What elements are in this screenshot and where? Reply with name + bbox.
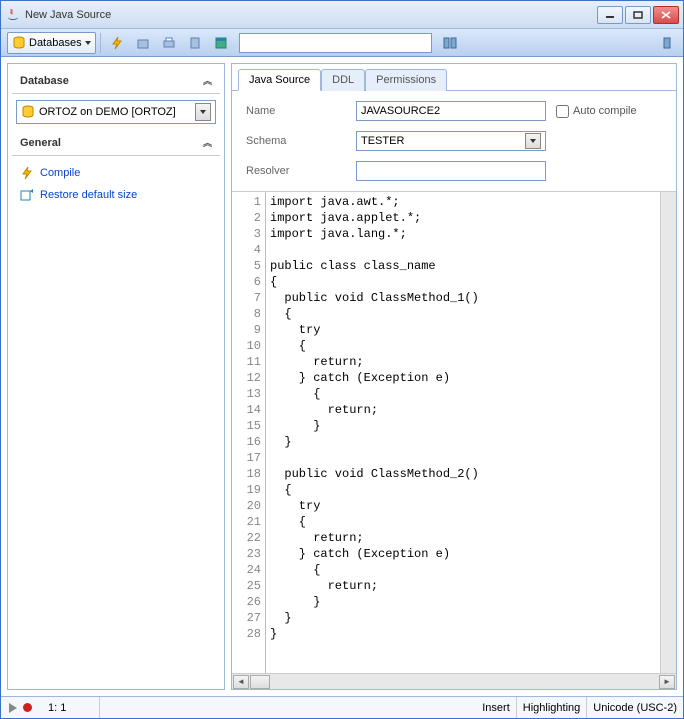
collapse-icon: [662, 36, 672, 50]
titlebar[interactable]: New Java Source: [1, 1, 683, 29]
content-area: Database ︽ ORTOZ on DEMO [ORTOZ] General…: [1, 57, 683, 696]
java-icon: [5, 7, 21, 23]
vertical-scrollbar[interactable]: [660, 192, 676, 673]
book-icon: [188, 36, 202, 50]
toolbar: Databases: [1, 29, 683, 57]
minimize-button[interactable]: [597, 6, 623, 24]
compile-link[interactable]: Compile: [16, 162, 216, 184]
section-body-general: Compile Restore default size: [12, 156, 220, 212]
close-button[interactable]: [653, 6, 679, 24]
toolbar-button-2[interactable]: [131, 32, 155, 54]
chevron-up-icon: ︽: [203, 74, 212, 87]
lightning-icon: [20, 166, 34, 180]
scroll-left-button[interactable]: ◄: [233, 675, 249, 689]
tabs: Java Source DDL Permissions: [232, 64, 676, 91]
auto-compile-checkbox[interactable]: [556, 105, 569, 118]
section-header-database[interactable]: Database ︽: [12, 68, 220, 94]
restore-default-size-link[interactable]: Restore default size: [16, 184, 216, 206]
lightning-button[interactable]: [105, 32, 129, 54]
panel-icon: [443, 36, 457, 50]
lightning-icon: [110, 36, 124, 50]
link-label: Restore default size: [40, 189, 137, 201]
window-icon: [214, 36, 228, 50]
link-label: Compile: [40, 167, 80, 179]
code-editor[interactable]: 1234567891011121314151617181920212223242…: [232, 192, 676, 673]
tab-label: DDL: [332, 74, 354, 86]
databases-dropdown[interactable]: Databases: [7, 32, 96, 54]
auto-compile-label: Auto compile: [573, 105, 637, 117]
record-icon[interactable]: [23, 703, 32, 712]
scroll-thumb[interactable]: [250, 675, 270, 689]
form-area: Name Auto compile Schema TESTER Resolver: [232, 91, 676, 192]
print-icon: [162, 36, 176, 50]
main-panel: Java Source DDL Permissions Name Auto co…: [231, 63, 677, 690]
resolver-label: Resolver: [246, 165, 356, 177]
scroll-right-button[interactable]: ►: [659, 675, 675, 689]
section-body-database: ORTOZ on DEMO [ORTOZ]: [12, 94, 220, 130]
status-encoding[interactable]: Unicode (USC-2): [587, 697, 683, 718]
name-label: Name: [246, 105, 356, 117]
maximize-button[interactable]: [625, 6, 651, 24]
toolbar-button-4[interactable]: [183, 32, 207, 54]
databases-label: Databases: [29, 37, 82, 49]
database-connection-select[interactable]: ORTOZ on DEMO [ORTOZ]: [16, 100, 216, 124]
connection-value: ORTOZ on DEMO [ORTOZ]: [39, 106, 176, 118]
statusbar: 1: 1 Insert Highlighting Unicode (USC-2): [1, 696, 683, 718]
chevron-down-icon: [85, 41, 91, 45]
status-insert[interactable]: Insert: [476, 697, 517, 718]
toolbar-combo[interactable]: [239, 33, 432, 53]
dropdown-arrow-icon: [195, 103, 211, 121]
chevron-up-icon: ︽: [203, 136, 212, 149]
tab-label: Java Source: [249, 74, 310, 86]
section-title: General: [20, 137, 61, 149]
schema-select[interactable]: TESTER: [356, 131, 546, 151]
tab-ddl[interactable]: DDL: [321, 69, 365, 91]
line-gutter: 1234567891011121314151617181920212223242…: [232, 192, 266, 673]
toolbar-button-5[interactable]: [209, 32, 233, 54]
folder-icon: [136, 36, 150, 50]
tab-label: Permissions: [376, 74, 436, 86]
section-title: Database: [20, 75, 69, 87]
section-header-general[interactable]: General ︽: [12, 130, 220, 156]
schema-label: Schema: [246, 135, 356, 147]
schema-value: TESTER: [361, 135, 404, 147]
status-highlighting[interactable]: Highlighting: [517, 697, 587, 718]
database-icon: [21, 105, 35, 119]
sidebar: Database ︽ ORTOZ on DEMO [ORTOZ] General…: [7, 63, 225, 690]
tab-java-source[interactable]: Java Source: [238, 69, 321, 91]
database-icon: [12, 36, 26, 50]
window-title: New Java Source: [25, 9, 597, 21]
restore-icon: [20, 188, 34, 202]
window-buttons: [597, 6, 679, 24]
name-field[interactable]: [356, 101, 546, 121]
play-icon[interactable]: [9, 703, 17, 713]
toolbar-end-button[interactable]: [657, 32, 677, 54]
horizontal-scrollbar[interactable]: ◄ ►: [232, 673, 676, 689]
cursor-position: 1: 1: [40, 697, 100, 718]
auto-compile-option[interactable]: Auto compile: [556, 105, 662, 118]
status-play-controls: [1, 703, 40, 713]
code-text[interactable]: import java.awt.*;import java.applet.*;i…: [266, 192, 660, 673]
separator: [100, 33, 101, 53]
window: New Java Source Databases Database ︽: [0, 0, 684, 719]
tab-permissions[interactable]: Permissions: [365, 69, 447, 91]
resolver-field[interactable]: [356, 161, 546, 181]
toolbar-button-6[interactable]: [438, 32, 462, 54]
dropdown-arrow-icon: [525, 133, 541, 149]
toolbar-button-3[interactable]: [157, 32, 181, 54]
